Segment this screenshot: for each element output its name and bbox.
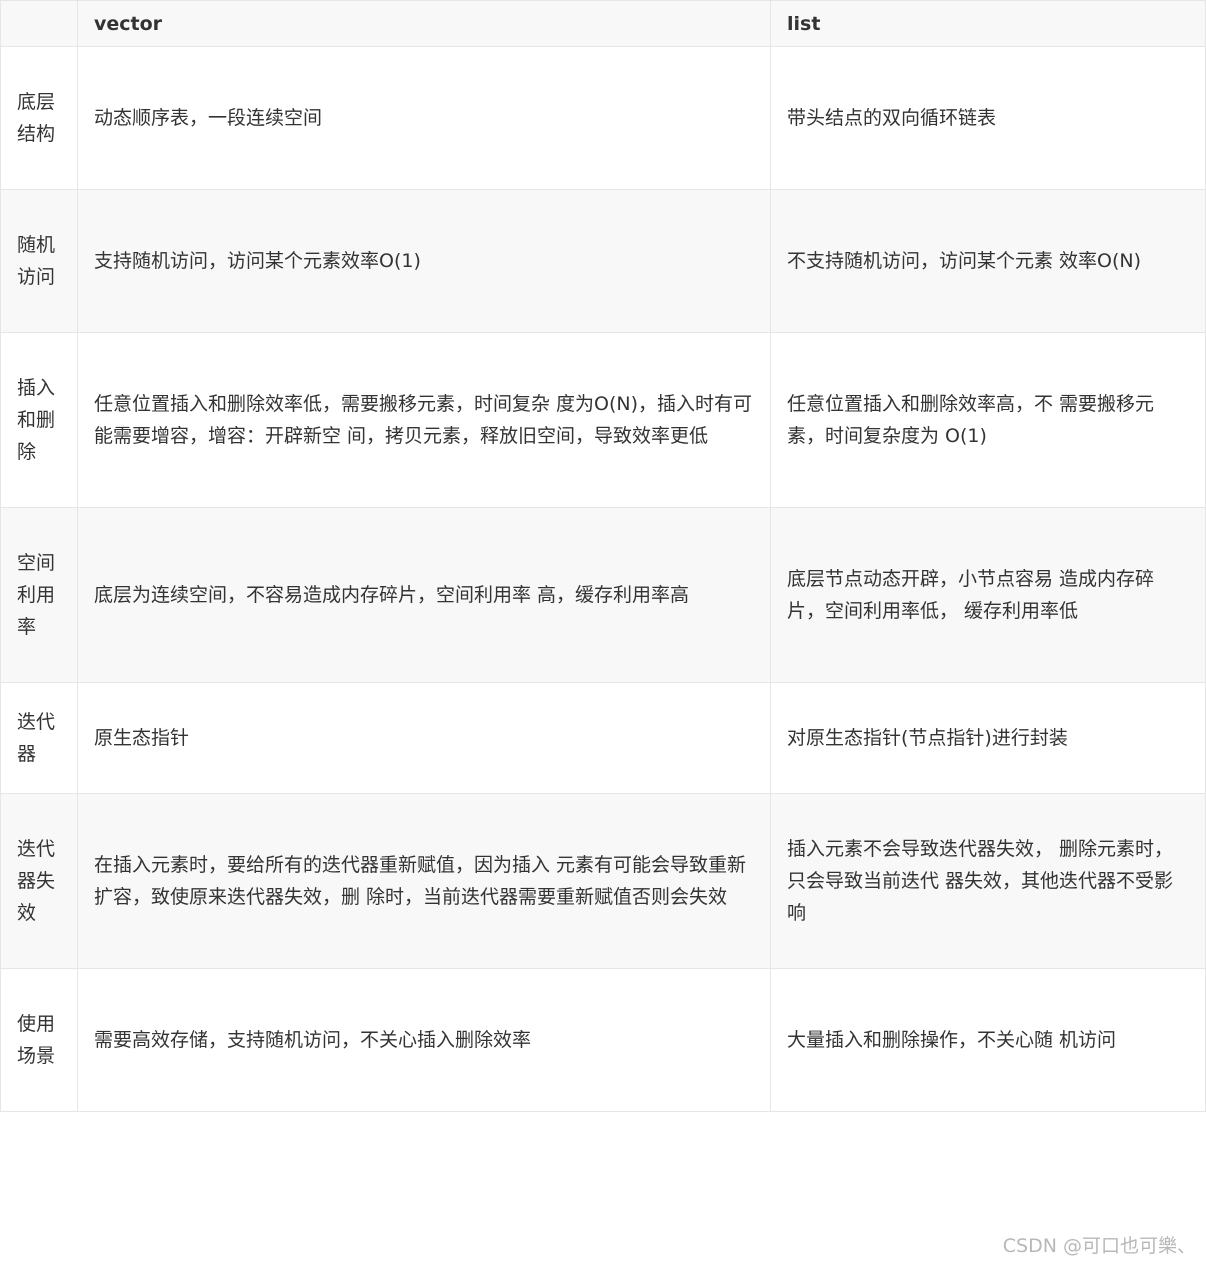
- header-list: list: [770, 0, 1206, 47]
- row-label: 空间利用率: [0, 507, 78, 683]
- header-vector: vector: [77, 0, 771, 47]
- vector-cell: 动态顺序表，一段连续空间: [77, 46, 771, 190]
- table-row: 空间利用率 底层为连续空间，不容易造成内存碎片，空间利用率 高，缓存利用率高 底…: [0, 507, 1206, 683]
- row-label: 迭代器: [0, 682, 78, 794]
- table-row: 底层结构 动态顺序表，一段连续空间 带头结点的双向循环链表: [0, 46, 1206, 190]
- list-cell: 不支持随机访问，访问某个元素 效率O(N): [770, 189, 1206, 333]
- header-empty: [0, 0, 78, 47]
- watermark: CSDN @可口也可樂、: [1002, 1235, 1196, 1257]
- list-cell: 大量插入和删除操作，不关心随 机访问: [770, 968, 1206, 1112]
- table-row: 迭代器 原生态指针 对原生态指针(节点指针)进行封装: [0, 682, 1206, 794]
- table-row: 插入和删除 任意位置插入和删除效率低，需要搬移元素，时间复杂 度为O(N)，插入…: [0, 332, 1206, 508]
- list-cell: 对原生态指针(节点指针)进行封装: [770, 682, 1206, 794]
- table-row: 使用场景 需要高效存储，支持随机访问，不关心插入删除效率 大量插入和删除操作，不…: [0, 968, 1206, 1112]
- vector-cell: 在插入元素时，要给所有的迭代器重新赋值，因为插入 元素有可能会导致重新扩容，致使…: [77, 793, 771, 969]
- vector-cell: 底层为连续空间，不容易造成内存碎片，空间利用率 高，缓存利用率高: [77, 507, 771, 683]
- vector-cell: 任意位置插入和删除效率低，需要搬移元素，时间复杂 度为O(N)，插入时有可能需要…: [77, 332, 771, 508]
- list-cell: 底层节点动态开辟，小节点容易 造成内存碎片，空间利用率低， 缓存利用率低: [770, 507, 1206, 683]
- table-row: 随机访问 支持随机访问，访问某个元素效率O(1) 不支持随机访问，访问某个元素 …: [0, 189, 1206, 333]
- vector-cell: 需要高效存储，支持随机访问，不关心插入删除效率: [77, 968, 771, 1112]
- row-label: 插入和删除: [0, 332, 78, 508]
- row-label: 迭代器失效: [0, 793, 78, 969]
- comparison-table: vector list 底层结构 动态顺序表，一段连续空间 带头结点的双向循环链…: [0, 0, 1206, 1112]
- header-row: vector list: [0, 0, 1206, 47]
- list-cell: 插入元素不会导致迭代器失效， 删除元素时，只会导致当前迭代 器失效，其他迭代器不…: [770, 793, 1206, 969]
- row-label: 底层结构: [0, 46, 78, 190]
- vector-cell: 支持随机访问，访问某个元素效率O(1): [77, 189, 771, 333]
- list-cell: 任意位置插入和删除效率高，不 需要搬移元素，时间复杂度为 O(1): [770, 332, 1206, 508]
- vector-cell: 原生态指针: [77, 682, 771, 794]
- row-label: 使用场景: [0, 968, 78, 1112]
- row-label: 随机访问: [0, 189, 78, 333]
- table-row: 迭代器失效 在插入元素时，要给所有的迭代器重新赋值，因为插入 元素有可能会导致重…: [0, 793, 1206, 969]
- list-cell: 带头结点的双向循环链表: [770, 46, 1206, 190]
